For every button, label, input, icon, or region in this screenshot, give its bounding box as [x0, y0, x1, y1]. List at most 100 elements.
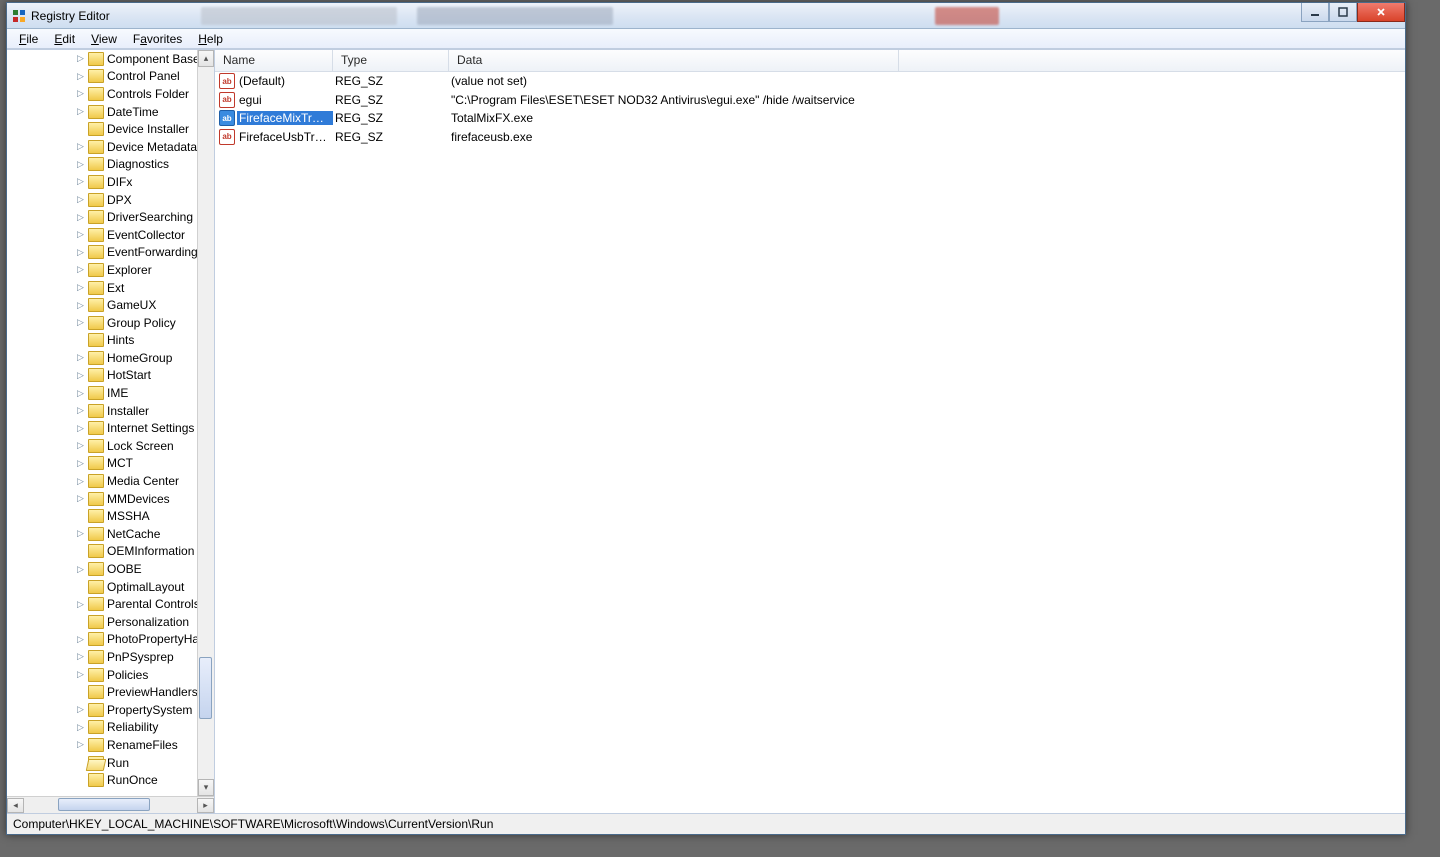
tree-item[interactable]: ▷HotStart — [7, 367, 214, 385]
expand-triangle-icon[interactable]: ▷ — [75, 300, 86, 311]
expand-triangle-icon[interactable]: ▷ — [75, 106, 86, 117]
column-header-type[interactable]: Type — [333, 50, 449, 71]
tree-item[interactable]: ▷IME — [7, 384, 214, 402]
tree-item[interactable]: ▷DriverSearching — [7, 208, 214, 226]
registry-value-row[interactable]: ab(Default)REG_SZ(value not set) — [215, 72, 1405, 91]
expand-triangle-icon[interactable]: ▷ — [75, 599, 86, 610]
expand-triangle-icon[interactable]: ▷ — [75, 141, 86, 152]
tree-item[interactable]: ▷HomeGroup — [7, 349, 214, 367]
maximize-button[interactable] — [1329, 3, 1357, 22]
tree-item[interactable]: ▷OptimalLayout — [7, 578, 214, 596]
expand-triangle-icon[interactable]: ▷ — [75, 88, 86, 99]
registry-value-row[interactable]: abFirefaceMixTray2REG_SZTotalMixFX.exe — [215, 109, 1405, 128]
tree-item[interactable]: ▷Installer — [7, 402, 214, 420]
expand-triangle-icon[interactable]: ▷ — [75, 71, 86, 82]
tree-item[interactable]: ▷PnPSysprep — [7, 648, 214, 666]
tree-item[interactable]: ▷Reliability — [7, 719, 214, 737]
tree-item[interactable]: ▷EventForwarding — [7, 244, 214, 262]
tree-item[interactable]: ▷Personalization — [7, 613, 214, 631]
expand-triangle-icon[interactable]: ▷ — [75, 388, 86, 399]
expand-triangle-icon[interactable]: ▷ — [75, 440, 86, 451]
scroll-right-arrow-icon[interactable]: ▸ — [197, 798, 214, 813]
tree-item[interactable]: ▷PropertySystem — [7, 701, 214, 719]
expand-triangle-icon[interactable]: ▷ — [75, 564, 86, 575]
tree-item[interactable]: ▷GameUX — [7, 296, 214, 314]
expand-triangle-icon[interactable]: ▷ — [75, 229, 86, 240]
tree-item[interactable]: ▷Component Based — [7, 50, 214, 68]
expand-triangle-icon[interactable]: ▷ — [75, 247, 86, 258]
tree-item[interactable]: ▷Ext — [7, 279, 214, 297]
expand-triangle-icon[interactable]: ▷ — [75, 53, 86, 64]
expand-triangle-icon[interactable]: ▷ — [75, 264, 86, 275]
tree-horizontal-scrollbar[interactable]: ◂ ▸ — [7, 796, 214, 813]
registry-value-row[interactable]: abFirefaceUsbTray1REG_SZfirefaceusb.exe — [215, 128, 1405, 147]
menu-help[interactable]: HelpHelp — [190, 30, 231, 48]
menu-edit[interactable]: EditEdit — [46, 30, 83, 48]
registry-value-row[interactable]: abeguiREG_SZ"C:\Program Files\ESET\ESET … — [215, 91, 1405, 110]
tree-item[interactable]: ▷MCT — [7, 455, 214, 473]
expand-triangle-icon[interactable]: ▷ — [75, 282, 86, 293]
tree-item[interactable]: ▷NetCache — [7, 525, 214, 543]
tree-item[interactable]: ▷PhotoPropertyHan — [7, 631, 214, 649]
expand-triangle-icon[interactable]: ▷ — [75, 352, 86, 363]
tree-item[interactable]: ▷DIFx — [7, 173, 214, 191]
tree-item[interactable]: ▷Device Installer — [7, 120, 214, 138]
expand-triangle-icon[interactable]: ▷ — [75, 194, 86, 205]
expand-triangle-icon[interactable]: ▷ — [75, 317, 86, 328]
tree-item[interactable]: ▷MMDevices — [7, 490, 214, 508]
expand-triangle-icon[interactable]: ▷ — [75, 493, 86, 504]
scroll-track[interactable] — [24, 798, 197, 813]
list-body[interactable]: ab(Default)REG_SZ(value not set)abeguiRE… — [215, 72, 1405, 813]
tree-item[interactable]: ▷RunOnce — [7, 771, 214, 789]
scroll-up-arrow-icon[interactable]: ▴ — [198, 50, 214, 67]
close-button[interactable] — [1357, 3, 1405, 22]
menu-file[interactable]: FFileile — [11, 30, 46, 48]
tree-item[interactable]: ▷Diagnostics — [7, 156, 214, 174]
expand-triangle-icon[interactable]: ▷ — [75, 458, 86, 469]
tree-item[interactable]: ▷OEMInformation — [7, 543, 214, 561]
tree-item[interactable]: ▷Run — [7, 754, 214, 772]
tree-item[interactable]: ▷PreviewHandlers — [7, 683, 214, 701]
expand-triangle-icon[interactable]: ▷ — [75, 176, 86, 187]
tree-item[interactable]: ▷Internet Settings — [7, 419, 214, 437]
tree-item[interactable]: ▷DateTime — [7, 103, 214, 121]
tree-item[interactable]: ▷Group Policy — [7, 314, 214, 332]
expand-triangle-icon[interactable]: ▷ — [75, 212, 86, 223]
tree-item[interactable]: ▷Media Center — [7, 472, 214, 490]
tree-item[interactable]: ▷Device Metadata — [7, 138, 214, 156]
expand-triangle-icon[interactable]: ▷ — [75, 528, 86, 539]
tree-item[interactable]: ▷DPX — [7, 191, 214, 209]
tree-item[interactable]: ▷RenameFiles — [7, 736, 214, 754]
expand-triangle-icon[interactable]: ▷ — [75, 423, 86, 434]
tree-item[interactable]: ▷Lock Screen — [7, 437, 214, 455]
column-header-data[interactable]: Data — [449, 50, 899, 71]
tree-item[interactable]: ▷Control Panel — [7, 68, 214, 86]
expand-triangle-icon[interactable]: ▷ — [75, 739, 86, 750]
tree-item[interactable]: ▷Policies — [7, 666, 214, 684]
expand-triangle-icon[interactable]: ▷ — [75, 722, 86, 733]
titlebar[interactable]: Registry Editor — [7, 3, 1405, 29]
menu-favorites[interactable]: FavoritesFavorites — [125, 30, 190, 48]
tree-item[interactable]: ▷Controls Folder — [7, 85, 214, 103]
tree-item[interactable]: ▷MSSHA — [7, 507, 214, 525]
minimize-button[interactable] — [1301, 3, 1329, 22]
menu-view[interactable]: ViewView — [83, 30, 125, 48]
tree-item[interactable]: ▷Explorer — [7, 261, 214, 279]
expand-triangle-icon[interactable]: ▷ — [75, 405, 86, 416]
tree-item[interactable]: ▷Hints — [7, 332, 214, 350]
expand-triangle-icon[interactable]: ▷ — [75, 704, 86, 715]
tree-vertical-scrollbar[interactable]: ▴ ▾ — [197, 50, 214, 796]
expand-triangle-icon[interactable]: ▷ — [75, 370, 86, 381]
tree-item[interactable]: ▷OOBE — [7, 560, 214, 578]
expand-triangle-icon[interactable]: ▷ — [75, 476, 86, 487]
tree-scroll-viewport[interactable]: ▷Component Based▷Control Panel▷Controls … — [7, 50, 214, 796]
scroll-thumb[interactable] — [199, 657, 212, 719]
scroll-thumb[interactable] — [58, 798, 150, 811]
expand-triangle-icon[interactable]: ▷ — [75, 651, 86, 662]
scroll-left-arrow-icon[interactable]: ◂ — [7, 798, 24, 813]
scroll-track[interactable] — [198, 67, 214, 779]
tree-item[interactable]: ▷Parental Controls — [7, 595, 214, 613]
tree-item[interactable]: ▷EventCollector — [7, 226, 214, 244]
expand-triangle-icon[interactable]: ▷ — [75, 159, 86, 170]
column-header-name[interactable]: Name — [215, 50, 333, 71]
